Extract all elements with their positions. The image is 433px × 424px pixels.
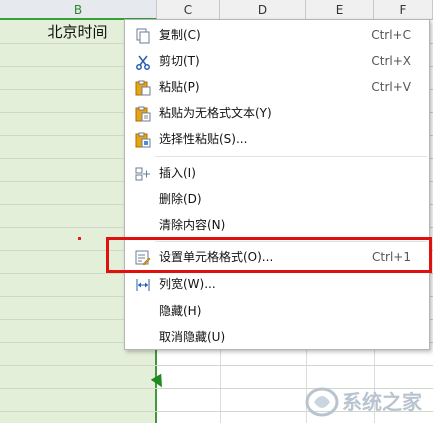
paste-plain-icon [135, 105, 151, 122]
column-header-f[interactable]: F [374, 0, 433, 20]
menu-item-paste[interactable]: 粘贴(P) Ctrl+V [125, 74, 429, 100]
menu-item-label: 列宽(W)... [159, 277, 216, 291]
menu-item-shortcut: Ctrl+V [371, 80, 411, 94]
column-header-c[interactable]: C [157, 0, 220, 20]
paste-icon [135, 79, 151, 96]
column-header-e[interactable]: E [306, 0, 374, 20]
copy-icon [135, 27, 151, 44]
menu-item-copy[interactable]: 复制(C) Ctrl+C [125, 22, 429, 48]
highlight-annotation [106, 237, 432, 273]
menu-item-label: 隐藏(H) [159, 304, 202, 318]
menu-item-shortcut: Ctrl+C [371, 28, 411, 42]
menu-item-paste-plain-text[interactable]: 粘贴为无格式文本(Y) [125, 100, 429, 126]
menu-separator [155, 156, 427, 157]
grid-line [0, 365, 433, 366]
menu-item-paste-special[interactable]: 选择性粘贴(S)... [125, 126, 429, 152]
cursor-marker [78, 237, 81, 240]
menu-item-label: 选择性粘贴(S)... [159, 132, 248, 146]
menu-item-hide[interactable]: 隐藏(H) [125, 298, 429, 324]
menu-item-column-width[interactable]: 列宽(W)... [125, 271, 429, 297]
paste-special-icon [135, 131, 151, 148]
menu-item-label: 清除内容(N) [159, 218, 226, 232]
menu-item-shortcut: Ctrl+X [371, 54, 411, 68]
menu-item-insert[interactable]: 插入(I) [125, 160, 429, 186]
watermark-text: 系统之家 [342, 390, 423, 414]
menu-item-label: 复制(C) [159, 28, 201, 42]
menu-item-label: 粘贴(P) [159, 80, 200, 94]
scissors-icon [135, 53, 151, 70]
menu-item-label: 剪切(T) [159, 54, 200, 68]
watermark-logo: 系统之家 [300, 380, 433, 420]
menu-item-label: 插入(I) [159, 166, 196, 180]
insert-icon [135, 165, 151, 181]
menu-item-label: 粘贴为无格式文本(Y) [159, 106, 272, 120]
context-menu: 复制(C) Ctrl+C 剪切(T) Ctrl+X 粘贴(P) Ctrl+V 粘… [124, 19, 430, 350]
column-width-icon [135, 276, 151, 292]
menu-item-delete[interactable]: 删除(D) [125, 186, 429, 212]
menu-item-unhide[interactable]: 取消隐藏(U) [125, 324, 429, 350]
column-header-d[interactable]: D [220, 0, 306, 20]
menu-item-label: 取消隐藏(U) [159, 330, 226, 344]
column-header-b[interactable]: B [0, 0, 157, 20]
menu-item-clear-contents[interactable]: 清除内容(N) [125, 212, 429, 238]
menu-item-label: 删除(D) [159, 192, 202, 206]
menu-item-cut[interactable]: 剪切(T) Ctrl+X [125, 48, 429, 74]
